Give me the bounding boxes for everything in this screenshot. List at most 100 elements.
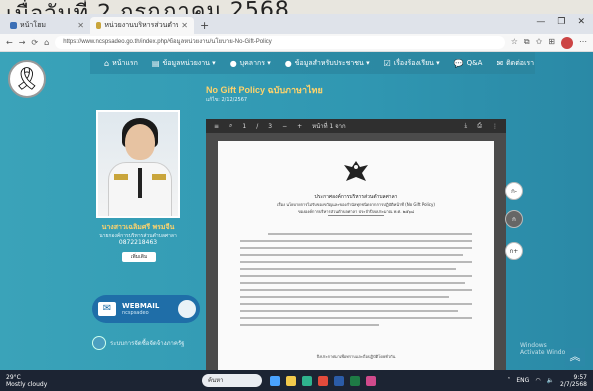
word-icon[interactable]	[334, 375, 344, 386]
window-controls: — ❐ ✕	[536, 17, 585, 27]
garuda-emblem-icon	[344, 161, 368, 181]
profile-avatar[interactable]	[561, 36, 573, 49]
reload-icon[interactable]: ⟳	[31, 38, 38, 47]
webmail-banner[interactable]: ✉ WEBMAIL ncspsadeo	[92, 295, 200, 323]
chrome-icon[interactable]	[318, 375, 328, 386]
url-input[interactable]: https://www.ncspsadeo.go.th/index.php/ข้…	[55, 36, 505, 49]
tab-home[interactable]: หน้าโฮม ✕	[4, 17, 90, 34]
document-subheading: ขององค์การบริหารส่วนตำบลศาลา ประจำปีงบปร…	[297, 209, 415, 214]
pdf-viewer: ≡ ⌕ 1 / 3 − + หน้าที่ 1 จาก ⤓ ⎙ ⋮ ประกาศ…	[206, 119, 506, 370]
back-icon[interactable]: ←	[6, 38, 13, 47]
pdf-download-icon[interactable]: ⤓	[465, 122, 468, 130]
pdf-page-number[interactable]: 1	[242, 123, 246, 130]
document-body	[240, 233, 472, 331]
start-icon[interactable]	[270, 375, 280, 386]
procurement-link[interactable]: ระบบการจัดซื้อจัดจ้างภาครัฐ	[92, 334, 202, 352]
tab-active[interactable]: หน่วยงานบริหารส่วนตำบลศาลา ✕	[90, 17, 194, 34]
envelope-icon: ✉	[98, 302, 116, 316]
document-heading: ประกาศองค์การบริหารส่วนตำบลศาลา	[314, 194, 398, 200]
webmail-subtitle: ncspsadeo	[122, 310, 149, 316]
pdf-zoom-out-icon[interactable]: −	[282, 123, 287, 130]
taskbar-search[interactable]: ค้นหา	[202, 374, 262, 387]
new-tab-button[interactable]: +	[194, 17, 215, 34]
document-subject: เรื่อง นโยบายการไม่รับของขวัญและของกำนัล…	[277, 202, 435, 207]
language-indicator[interactable]: ENG	[516, 377, 529, 384]
minimize-button[interactable]: —	[536, 17, 545, 27]
volume-icon[interactable]: 🔈	[547, 377, 554, 384]
close-tab-icon[interactable]: ✕	[77, 21, 84, 30]
forward-icon[interactable]: →	[19, 38, 26, 47]
home-icon[interactable]: ⌂	[44, 38, 49, 47]
excel-icon[interactable]	[350, 375, 360, 386]
pdf-toolbar: ≡ ⌕ 1 / 3 − + หน้าที่ 1 จาก ⤓ ⎙ ⋮	[206, 119, 506, 133]
divider	[328, 215, 384, 216]
nav-contact[interactable]: ✉ ติดต่อเรา	[496, 58, 534, 69]
person-icon: ●	[229, 58, 237, 68]
mourning-ribbon-icon: 🎗	[8, 60, 46, 98]
tab-bar: หน้าโฮม ✕ หน่วยงานบริหารส่วนตำบลศาลา ✕ +…	[0, 14, 593, 34]
home-icon: ⌂	[104, 58, 110, 68]
pdf-menu-icon[interactable]: ≡	[214, 123, 219, 130]
font-decrease-button[interactable]: ก-	[505, 182, 523, 200]
pdf-page-separator: /	[256, 122, 259, 130]
chat-icon: 💬	[453, 58, 464, 68]
app-icon[interactable]	[366, 375, 376, 386]
clock[interactable]: 9:57 2/7/2568	[560, 374, 587, 388]
photo-frame: เมื่อวันที่ 2 กรกฎาคม 2568 หน้าโฮม ✕ หน่…	[0, 0, 593, 391]
site-navigation: ⌂ หน้าแรก ▤ ข้อมูลหน่วยงาน ▾ ● บุคลากร ▾ ● ข…	[90, 52, 535, 74]
page-date: แก้ไข: 2/12/2567	[206, 97, 248, 103]
address-bar: ← → ⟳ ⌂ https://www.ncspsadeo.go.th/inde…	[0, 34, 593, 52]
collections-icon[interactable]: ⊞	[548, 37, 555, 49]
page-title: No Gift Policy ฉบับภาษาไทย	[206, 85, 323, 95]
favicon-icon	[96, 22, 102, 29]
edge-icon[interactable]	[302, 375, 312, 386]
webmail-title: WEBMAIL	[122, 302, 160, 310]
globe-icon	[178, 300, 196, 318]
nav-agency-info[interactable]: ▤ ข้อมูลหน่วยงาน ▾	[152, 58, 216, 69]
extensions-icon[interactable]: ⧉	[524, 37, 530, 49]
pdf-page-total: 3	[268, 122, 273, 130]
browser-window: หน้าโฮม ✕ หน่วยงานบริหารส่วนตำบลศาลา ✕ +…	[0, 14, 593, 370]
pdf-page: ประกาศองค์การบริหารส่วนตำบลศาลา เรื่อง น…	[218, 141, 494, 370]
profile-panel: นางสาวเฉลิมศรี พรมจีน นายกองค์การบริหารส…	[96, 110, 188, 262]
executive-phone: 0872218463	[118, 239, 158, 246]
pdf-page-label: หน้าที่ 1 จาก	[312, 123, 346, 130]
nav-public-info[interactable]: ● ข้อมูลสำหรับประชาชน ▾	[285, 58, 370, 69]
pdf-zoom-in-icon[interactable]: +	[297, 123, 302, 130]
more-button[interactable]: เพิ่มเติม	[122, 252, 156, 262]
nav-qa[interactable]: 💬 Q&A	[454, 59, 483, 68]
favicon-icon	[10, 22, 17, 29]
web-page: 🎗 ⌂ หน้าแรก ▤ ข้อมูลหน่วยงาน ▾ ● บุคลากร ▾ …	[0, 52, 593, 370]
font-increase-button[interactable]: ก+	[505, 242, 523, 260]
pdf-search-icon[interactable]: ⌕	[229, 122, 232, 130]
taskbar: 29°C Mostly cloudy ค้นหา ˄ ENG ◠ 🔈 9:57 …	[0, 370, 593, 391]
pdf-more-icon[interactable]: ⋮	[492, 123, 498, 130]
maximize-button[interactable]: ❐	[557, 17, 565, 27]
person-icon: ●	[284, 58, 292, 68]
close-window-button[interactable]: ✕	[577, 17, 585, 27]
nav-complaints[interactable]: ☑ เรื่องร้องเรียน ▾	[384, 58, 440, 69]
pdf-print-icon[interactable]: ⎙	[477, 122, 482, 130]
mail-icon: ✉	[496, 58, 504, 68]
executive-portrait	[96, 110, 180, 218]
procurement-icon	[92, 336, 106, 350]
font-normal-button[interactable]: ก	[505, 210, 523, 228]
star-icon[interactable]: ☆	[511, 37, 518, 49]
menu-icon[interactable]: ⋯	[579, 37, 587, 49]
wifi-icon[interactable]: ◠	[535, 377, 540, 384]
file-explorer-icon[interactable]	[286, 375, 296, 386]
document-closing: จึงประกาศมาเพื่อทราบและถือปฏิบัติโดยทั่ว…	[316, 354, 396, 359]
folder-icon: ▤	[151, 58, 160, 68]
close-tab-icon[interactable]: ✕	[181, 21, 188, 30]
taskbar-apps	[270, 375, 376, 386]
executive-name: นางสาวเฉลิมศรี พรมจีน	[101, 223, 175, 231]
favorites-icon[interactable]: ✩	[536, 37, 543, 49]
system-tray: ˄ ENG ◠ 🔈 9:57 2/7/2568	[507, 374, 587, 388]
check-icon: ☑	[383, 58, 391, 68]
nav-personnel[interactable]: ● บุคลากร ▾	[230, 58, 271, 69]
nav-home[interactable]: ⌂ หน้าแรก	[104, 58, 138, 69]
tab-label: หน่วยงานบริหารส่วนตำบลศาลา	[104, 22, 179, 29]
chevron-up-icon[interactable]: ˄	[507, 377, 510, 384]
scroll-top-button[interactable]: ︽	[565, 348, 585, 366]
weather-widget[interactable]: 29°C Mostly cloudy	[6, 374, 76, 388]
